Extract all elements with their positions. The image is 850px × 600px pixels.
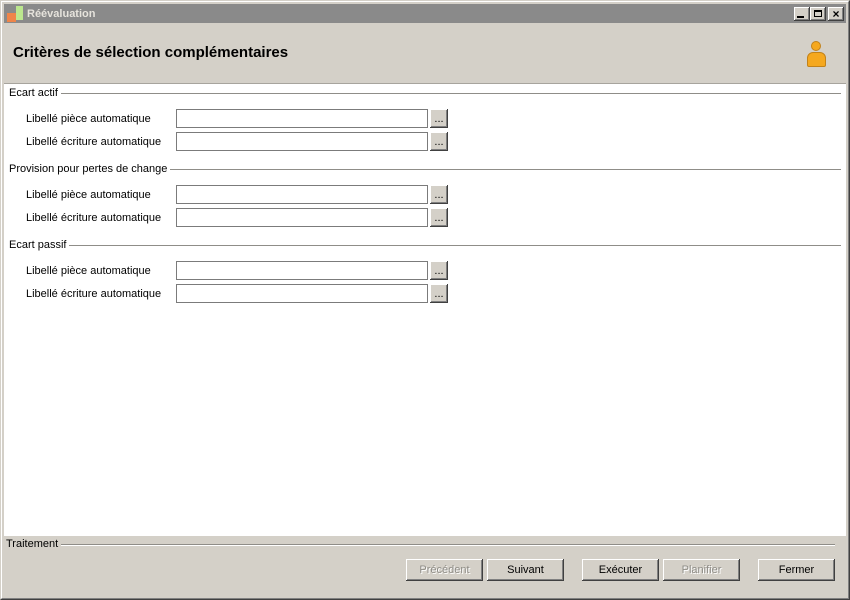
group-separator-line	[170, 169, 841, 171]
dialog-window: Réévaluation × Critères de sélection com…	[0, 0, 850, 600]
window-inner-frame: Réévaluation × Critères de sélection com…	[1, 1, 849, 599]
traitement-group-title: Traitement	[6, 538, 59, 550]
browse-button[interactable]: ...	[430, 109, 448, 128]
libelle-piece-input[interactable]	[176, 261, 428, 280]
window-title: Réévaluation	[27, 7, 96, 20]
maximize-icon[interactable]	[810, 6, 826, 21]
browse-button[interactable]: ...	[430, 261, 448, 280]
field-row: Libellé écriture automatique ...	[9, 132, 841, 151]
browse-button[interactable]: ...	[430, 208, 448, 227]
browse-button[interactable]: ...	[430, 132, 448, 151]
field-label: Libellé écriture automatique	[26, 135, 162, 148]
fermer-button[interactable]: Fermer	[758, 559, 835, 581]
action-button-row: Précédent Suivant Exécuter Planifier Fer…	[6, 559, 835, 581]
footer-separator-line	[61, 544, 835, 546]
minimize-icon[interactable]	[794, 6, 810, 21]
page-title: Critères de sélection complémentaires	[13, 44, 289, 61]
sage-blocks-icon	[6, 5, 24, 22]
group-provision-pertes-change: Provision pour pertes de change Libellé …	[9, 163, 841, 227]
libelle-ecriture-input[interactable]	[176, 284, 428, 303]
libelle-piece-input[interactable]	[176, 109, 428, 128]
group-title: Provision pour pertes de change	[9, 163, 168, 175]
field-row: Libellé pièce automatique ...	[9, 109, 841, 128]
browse-button[interactable]: ...	[430, 185, 448, 204]
group-title: Ecart passif	[9, 239, 67, 251]
person-icon	[805, 41, 827, 68]
browse-button[interactable]: ...	[430, 284, 448, 303]
precedent-button: Précédent	[406, 559, 483, 581]
titlebar[interactable]: Réévaluation ×	[4, 4, 846, 23]
group-ecart-actif: Ecart actif Libellé pièce automatique ..…	[9, 87, 841, 151]
group-title: Ecart actif	[9, 87, 58, 99]
field-label: Libellé pièce automatique	[26, 264, 151, 277]
group-separator-line	[69, 245, 841, 247]
suivant-button[interactable]: Suivant	[487, 559, 564, 581]
window-controls: ×	[794, 6, 844, 21]
libelle-ecriture-input[interactable]	[176, 132, 428, 151]
group-separator-line	[60, 93, 841, 95]
close-icon[interactable]: ×	[828, 6, 844, 21]
field-row: Libellé écriture automatique ...	[9, 208, 841, 227]
field-row: Libellé pièce automatique ...	[9, 261, 841, 280]
libelle-ecriture-input[interactable]	[176, 208, 428, 227]
field-label: Libellé pièce automatique	[26, 112, 151, 125]
field-row: Libellé pièce automatique ...	[9, 185, 841, 204]
field-label: Libellé écriture automatique	[26, 211, 162, 224]
executer-button[interactable]: Exécuter	[582, 559, 659, 581]
group-ecart-passif: Ecart passif Libellé pièce automatique .…	[9, 239, 841, 303]
planifier-button: Planifier	[663, 559, 740, 581]
field-row: Libellé écriture automatique ...	[9, 284, 841, 303]
header-band: Critères de sélection complémentaires	[4, 23, 846, 83]
app-icon-green-block	[16, 6, 23, 20]
footer-band: Traitement Précédent Suivant Exécuter Pl…	[4, 536, 846, 596]
field-label: Libellé pièce automatique	[26, 188, 151, 201]
field-label: Libellé écriture automatique	[26, 287, 162, 300]
criteria-panel: Ecart actif Libellé pièce automatique ..…	[4, 83, 846, 536]
app-icon-orange-block	[7, 13, 16, 22]
libelle-piece-input[interactable]	[176, 185, 428, 204]
